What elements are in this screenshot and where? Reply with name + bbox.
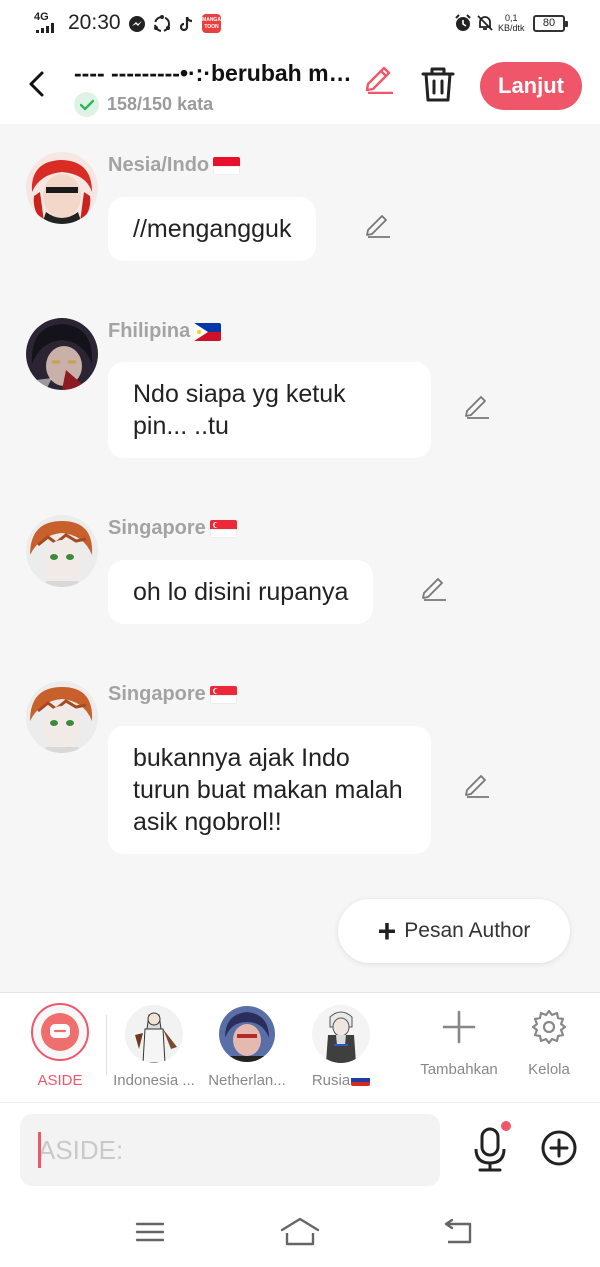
manage-characters-button[interactable]: Kelola [499, 993, 599, 1103]
character-label: Indonesia ... [113, 1072, 195, 1089]
alarm-icon [455, 14, 471, 31]
chat-area: Nesia/Indo //mengangguk Fhilipina Ndo si… [0, 124, 600, 992]
character-avatar [312, 1005, 370, 1063]
editor-header: ---- ---------•·:·berubah me... 158/150 … [0, 48, 600, 124]
edit-message-icon[interactable] [420, 573, 448, 601]
edit-title-icon[interactable] [362, 60, 396, 94]
trash-icon[interactable] [420, 65, 456, 103]
philippines-flag-icon [194, 322, 222, 341]
plus-icon: + [377, 913, 397, 949]
signal-icon [36, 23, 54, 33]
mangatoon-icon: MANGA TOON [202, 14, 221, 33]
avatar[interactable] [26, 318, 98, 390]
menu-icon[interactable] [130, 1216, 170, 1248]
next-button[interactable]: Lanjut [480, 62, 582, 110]
network-speed: 0,1 KB/dtk [498, 13, 525, 33]
microphone-icon[interactable] [470, 1125, 510, 1175]
messenger-icon [129, 16, 145, 32]
avatar[interactable] [26, 515, 98, 587]
character-avatar [125, 1005, 183, 1063]
clock: 20:30 [68, 11, 121, 34]
add-circle-icon[interactable] [540, 1129, 578, 1167]
avatar[interactable] [26, 152, 98, 224]
message-bubble[interactable]: bukannya ajak Indo turun buat makan mala… [108, 726, 431, 854]
message-bubble[interactable]: oh lo disini rupanya [108, 560, 374, 624]
word-count-text: 158/150 kata [107, 94, 214, 114]
tiktok-icon [179, 16, 193, 32]
singapore-flag-icon [209, 519, 237, 538]
manage-characters-label: Kelola [528, 1061, 570, 1078]
chapter-title[interactable]: ---- ---------•·:·berubah me... [74, 60, 356, 87]
word-count: 158/150 kata [74, 92, 213, 117]
add-character-button[interactable]: Tambahkan [409, 993, 509, 1103]
edit-message-icon[interactable] [364, 210, 392, 238]
network-type: 4G [34, 11, 49, 23]
sender-name: Singapore [108, 683, 237, 706]
aside-avatar [31, 1003, 89, 1061]
message-bubble[interactable]: Ndo siapa yg ketuk pin... ..tu [108, 362, 431, 458]
character-aside[interactable]: ASIDE [10, 993, 110, 1103]
notification-dot [501, 1121, 511, 1131]
add-character-label: Tambahkan [420, 1061, 498, 1078]
message-input[interactable]: ASIDE: [20, 1114, 440, 1186]
author-message-button[interactable]: + Pesan Author [338, 899, 570, 963]
indonesia-flag-icon [213, 156, 241, 175]
sender-name: Nesia/Indo [108, 154, 241, 177]
character-netherlands[interactable]: Netherlan... [197, 993, 297, 1103]
russia-flag-icon [351, 1074, 371, 1086]
home-icon[interactable] [278, 1216, 322, 1248]
character-label: Rusia [291, 1072, 391, 1089]
singapore-flag-icon [209, 685, 237, 704]
input-bar: ASIDE: [0, 1102, 600, 1198]
check-icon [74, 92, 99, 117]
character-rusia[interactable]: Rusia [291, 993, 391, 1103]
character-label: Netherlan... [208, 1072, 286, 1089]
system-nav-bar [0, 1198, 600, 1267]
message-bubble[interactable]: //mengangguk [108, 197, 317, 261]
character-label: ASIDE [37, 1072, 83, 1089]
edit-message-icon[interactable] [463, 770, 491, 798]
edit-message-icon[interactable] [463, 391, 491, 419]
back-nav-icon[interactable] [438, 1216, 478, 1248]
plus-icon [442, 1010, 476, 1044]
battery-icon: 80 [533, 15, 568, 32]
avatar[interactable] [26, 681, 98, 753]
character-bar: ASIDE Indonesia ... Netherlan... Rusia T… [0, 992, 600, 1102]
sync-icon [154, 15, 170, 32]
character-avatar [219, 1006, 275, 1062]
back-button[interactable] [22, 68, 52, 100]
mute-notification-icon [477, 15, 493, 31]
chat-bubble-icon [41, 1013, 79, 1051]
gear-icon [531, 1009, 567, 1045]
character-indonesia[interactable]: Indonesia ... [104, 993, 204, 1103]
author-message-label: Pesan Author [404, 919, 531, 942]
text-cursor [38, 1132, 41, 1168]
sender-name: Fhilipina [108, 320, 222, 343]
status-bar: 4G 20:30 MANGA TOON 0,1 KB/dtk 80 [0, 0, 600, 48]
sender-name: Singapore [108, 517, 237, 540]
